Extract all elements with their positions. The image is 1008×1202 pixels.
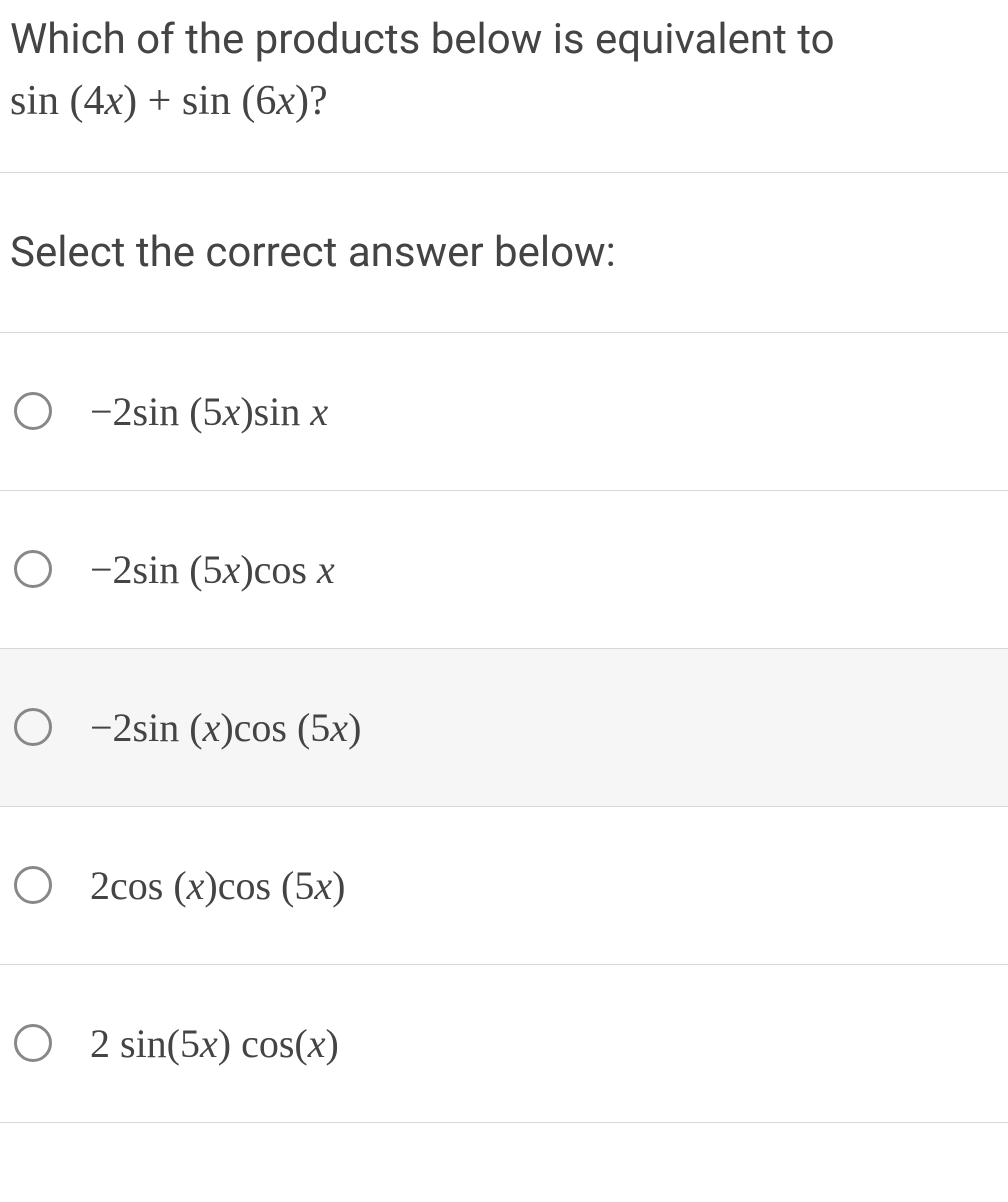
question-line1: Which of the products below is equivalen…	[10, 15, 835, 64]
option-text-2: −2sin (x)cos (5x)	[90, 704, 361, 751]
option-text-0: −2sin (5x)sin x	[90, 388, 328, 435]
question-section: Which of the products below is equivalen…	[0, 0, 1008, 173]
radio-icon[interactable]	[14, 1024, 52, 1062]
option-row-2[interactable]: −2sin (x)cos (5x)	[0, 649, 1008, 807]
radio-icon[interactable]	[14, 550, 52, 588]
option-row-1[interactable]: −2sin (5x)cos x	[0, 491, 1008, 649]
instruction-text: Select the correct answer below:	[10, 228, 998, 277]
question-text: Which of the products below is equivalen…	[10, 10, 998, 132]
option-row-3[interactable]: 2cos (x)cos (5x)	[0, 807, 1008, 965]
radio-icon[interactable]	[14, 866, 52, 904]
option-row-0[interactable]: −2sin (5x)sin x	[0, 333, 1008, 491]
option-text-4: 2 sin(5x) cos(x)	[90, 1020, 339, 1067]
instruction-section: Select the correct answer below:	[0, 173, 1008, 333]
radio-icon[interactable]	[14, 708, 52, 746]
option-text-3: 2cos (x)cos (5x)	[90, 862, 345, 909]
radio-icon[interactable]	[14, 392, 52, 430]
option-text-1: −2sin (5x)cos x	[90, 546, 335, 593]
options-container: −2sin (5x)sin x −2sin (5x)cos x −2sin (x)c…	[0, 333, 1008, 1123]
option-row-4[interactable]: 2 sin(5x) cos(x)	[0, 965, 1008, 1123]
question-math: sin (4x) + sin (6x)?	[10, 78, 328, 124]
